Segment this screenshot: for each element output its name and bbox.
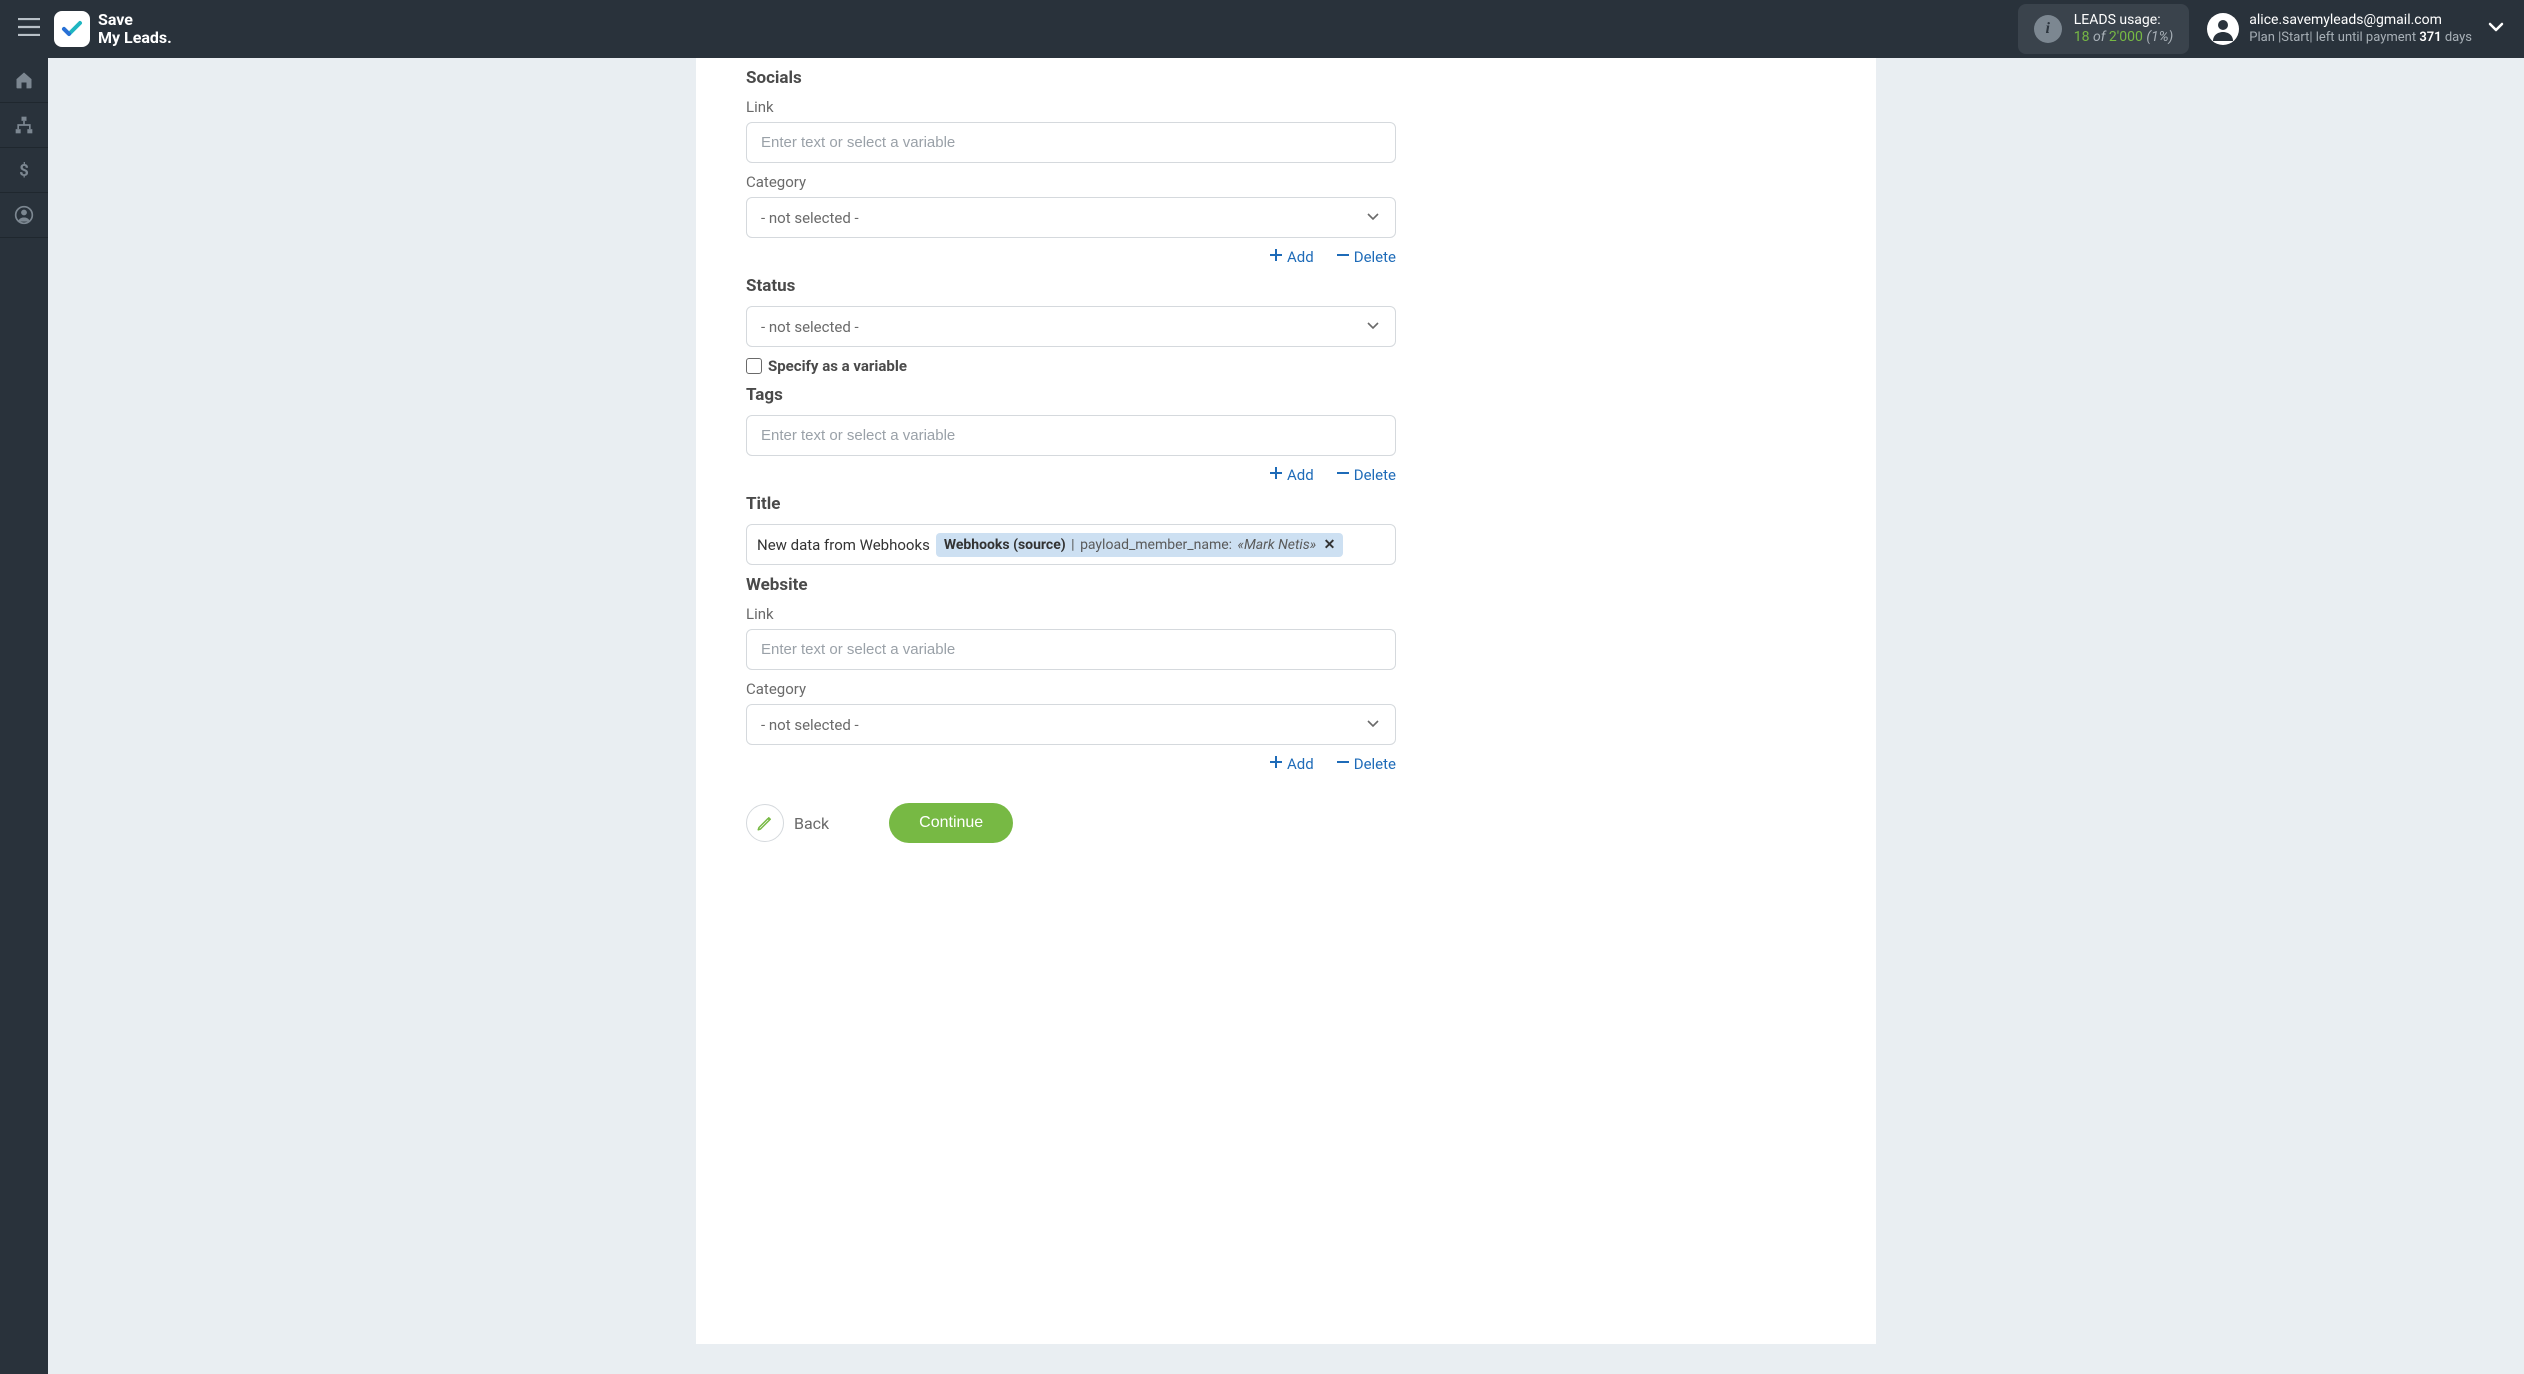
title-section-title: Title: [746, 494, 1396, 514]
sidebar-item-home[interactable]: [0, 58, 48, 102]
info-icon: i: [2034, 15, 2062, 43]
sidebar-item-connections[interactable]: [0, 103, 48, 147]
chevron-down-icon: [1365, 715, 1381, 735]
socials-section-title: Socials: [746, 68, 1396, 88]
specify-variable-label: Specify as a variable: [768, 357, 907, 375]
socials-link-label: Link: [746, 98, 1396, 116]
chevron-down-icon: [1365, 208, 1381, 228]
sidebar-item-billing[interactable]: $: [0, 148, 48, 192]
home-icon: [14, 70, 34, 90]
title-raw-text: New data from Webhooks: [757, 536, 930, 554]
form-panel: Socials Link Category - not selected - A…: [696, 58, 1876, 1344]
socials-category-label: Category: [746, 173, 1396, 191]
user-icon: [14, 205, 34, 225]
website-category-select[interactable]: - not selected -: [746, 704, 1396, 745]
sidebar-item-account[interactable]: [0, 193, 48, 237]
tags-add-button[interactable]: Add: [1269, 466, 1314, 484]
website-section-title: Website: [746, 575, 1396, 595]
tags-input[interactable]: [746, 415, 1396, 456]
socials-add-button[interactable]: Add: [1269, 248, 1314, 266]
usage-value: 18 of 2'000 (1%): [2074, 29, 2174, 46]
minus-icon: [1336, 248, 1350, 266]
user-email: alice.savemyleads@gmail.com: [2249, 12, 2472, 29]
app-header: Save My Leads. i LEADS usage: 18 of 2'00…: [0, 0, 2524, 58]
user-menu-chevron-icon[interactable]: [2486, 17, 2506, 41]
status-section-title: Status: [746, 276, 1396, 296]
user-menu[interactable]: alice.savemyleads@gmail.com Plan |Start|…: [2207, 12, 2472, 46]
socials-category-select[interactable]: - not selected -: [746, 197, 1396, 238]
minus-icon: [1336, 755, 1350, 773]
socials-delete-button[interactable]: Delete: [1336, 248, 1396, 266]
tags-section-title: Tags: [746, 385, 1396, 405]
plus-icon: [1269, 466, 1283, 484]
plus-icon: [1269, 248, 1283, 266]
sidebar: $: [0, 58, 48, 1374]
back-button[interactable]: Back: [746, 804, 829, 842]
leads-usage-indicator: i LEADS usage: 18 of 2'000 (1%): [2018, 4, 2190, 54]
pencil-icon: [746, 804, 784, 842]
plan-info: Plan |Start| left until payment 371 days: [2249, 29, 2472, 46]
specify-variable-checkbox[interactable]: [746, 358, 762, 374]
hamburger-menu-button[interactable]: [18, 18, 40, 40]
website-category-label: Category: [746, 680, 1396, 698]
hamburger-icon: [18, 18, 40, 36]
logo-icon: [54, 11, 90, 47]
continue-button[interactable]: Continue: [889, 803, 1013, 843]
title-input[interactable]: New data from Webhooks Webhooks (source)…: [746, 524, 1396, 565]
logo-text: Save My Leads.: [98, 11, 172, 47]
dollar-icon: $: [14, 160, 34, 180]
socials-link-input[interactable]: [746, 122, 1396, 163]
minus-icon: [1336, 466, 1350, 484]
chevron-down-icon: [1365, 317, 1381, 337]
connections-icon: [14, 115, 34, 135]
plus-icon: [1269, 755, 1283, 773]
usage-label: LEADS usage:: [2074, 12, 2174, 29]
svg-text:$: $: [19, 162, 29, 180]
website-add-button[interactable]: Add: [1269, 755, 1314, 773]
variable-chip: Webhooks (source) | payload_member_name:…: [936, 533, 1344, 557]
avatar-icon: [2207, 13, 2239, 45]
chip-remove-button[interactable]: ✕: [1320, 537, 1335, 553]
website-link-label: Link: [746, 605, 1396, 623]
website-link-input[interactable]: [746, 629, 1396, 670]
website-delete-button[interactable]: Delete: [1336, 755, 1396, 773]
app-logo[interactable]: Save My Leads.: [54, 11, 172, 47]
status-select[interactable]: - not selected -: [746, 306, 1396, 347]
tags-delete-button[interactable]: Delete: [1336, 466, 1396, 484]
